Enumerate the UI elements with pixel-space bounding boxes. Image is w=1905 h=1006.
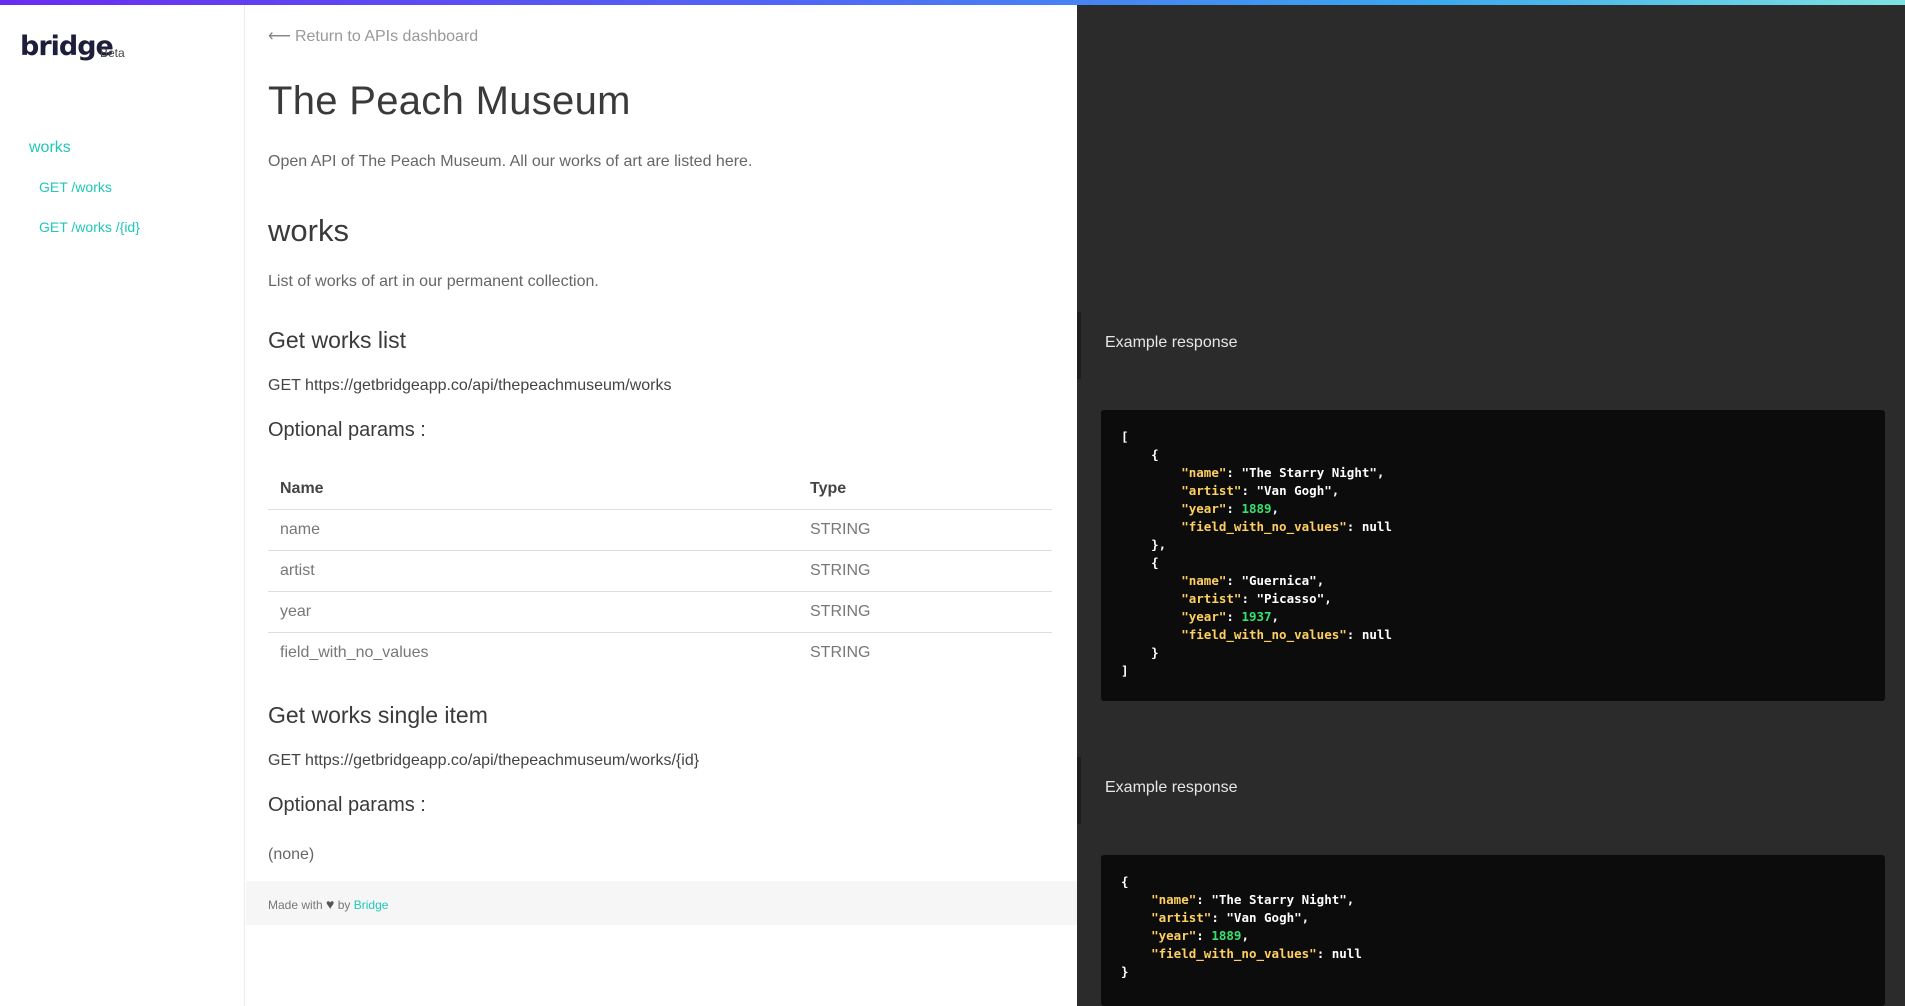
code-value: null [1361, 519, 1392, 534]
examples-panel: Example response [ { "name": "The Starry… [1077, 5, 1905, 1006]
param-name: year [268, 591, 798, 633]
code-value: "Picasso" [1256, 591, 1325, 606]
code-value: null [1331, 946, 1362, 961]
params-title-list: Optional params : [268, 419, 426, 441]
top-gradient-bar [0, 0, 1905, 5]
footer-bridge-link[interactable]: Bridge [354, 898, 389, 912]
table-row: name STRING [268, 509, 1052, 551]
params-table: Name Type name STRING artist STRING year… [268, 469, 1052, 673]
code-value: 1889 [1241, 501, 1272, 516]
example-marker [1077, 312, 1081, 379]
sidebar-item-get-works-id[interactable]: GET /works /{id} [39, 219, 140, 235]
back-arrow-icon: ⟵ [268, 28, 291, 45]
code-value: null [1361, 627, 1392, 642]
param-name: field_with_no_values [280, 644, 429, 661]
param-type: STRING [798, 550, 1052, 592]
param-name: artist [268, 550, 798, 592]
sidebar: bridge Beta works GET /works GET /works … [0, 5, 245, 1006]
sidebar-section-works[interactable]: works [29, 139, 71, 157]
table-row: artist STRING [268, 550, 1052, 592]
endpoint-url-single: GET https://getbridgeapp.co/api/thepeach… [268, 752, 700, 769]
page-title: The Peach Museum [268, 79, 631, 123]
example-response-label: Example response [1105, 779, 1238, 796]
back-to-dashboard-link[interactable]: ⟵ Return to APIs dashboard [268, 26, 478, 46]
footer-by: by [337, 898, 351, 912]
beta-badge: Beta [100, 46, 125, 60]
code-value: 1889 [1211, 928, 1242, 943]
param-type: STRING [798, 591, 1052, 633]
endpoint-url-list: GET https://getbridgeapp.co/api/thepeach… [268, 377, 672, 394]
endpoint-title-single: Get works single item [268, 702, 488, 728]
table-header-row: Name Type [268, 469, 1052, 510]
endpoint-title-list: Get works list [268, 327, 407, 353]
footer: Made with ♥ by Bridge [246, 881, 1077, 925]
code-value: "Van Gogh" [1226, 910, 1302, 925]
back-link-label: Return to APIs dashboard [294, 28, 479, 45]
bridge-logo[interactable]: bridge [20, 31, 114, 62]
example-response-label: Example response [1105, 334, 1238, 351]
code-value: "Van Gogh" [1256, 483, 1332, 498]
footer-made-with: Made with [268, 898, 323, 912]
code-value: "The Starry Night" [1241, 465, 1377, 480]
code-block-list[interactable]: [ { "name": "The Starry Night", "artist"… [1101, 410, 1885, 701]
param-name: name [268, 509, 798, 551]
code-block-single[interactable]: { "name": "The Starry Night", "artist": … [1101, 855, 1885, 1006]
code-value: "Guernica" [1241, 573, 1317, 588]
heart-icon: ♥ [326, 896, 335, 912]
code-value: "The Starry Night" [1211, 892, 1347, 907]
param-type: STRING [798, 509, 1052, 551]
params-none: (none) [268, 846, 315, 863]
main-content: ⟵ Return to APIs dashboard The Peach Muse… [246, 5, 1077, 1006]
sidebar-item-get-works[interactable]: GET /works [39, 179, 112, 195]
column-header-type: Type [798, 469, 1052, 510]
param-type: STRING [810, 644, 871, 661]
table-row: field_with_no_values STRING [268, 633, 1052, 674]
section-title: works [268, 213, 349, 248]
params-title-single: Optional params : [268, 794, 426, 816]
code-value: 1937 [1241, 609, 1272, 624]
section-description: List of works of art in our permanent co… [268, 273, 599, 290]
column-header-name: Name [268, 469, 798, 510]
page-description: Open API of The Peach Museum. All our wo… [268, 153, 753, 170]
example-marker [1077, 757, 1081, 824]
table-row: year STRING [268, 591, 1052, 633]
